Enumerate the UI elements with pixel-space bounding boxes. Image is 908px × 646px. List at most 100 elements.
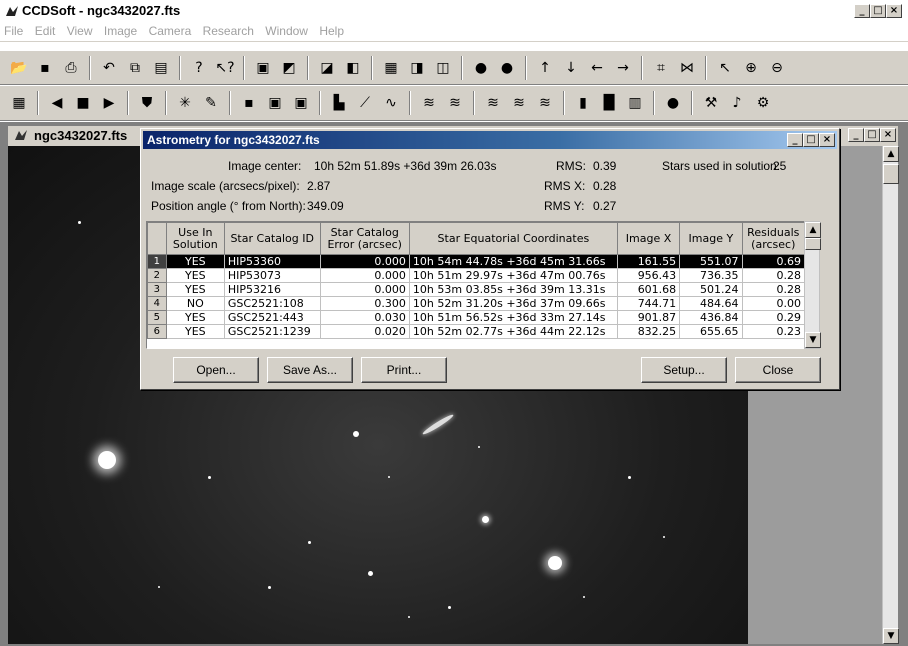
use-in-solution-cell[interactable]: YES bbox=[165, 310, 225, 325]
stack-icon-2[interactable]: ≋ bbox=[444, 92, 466, 114]
black-square-2-icon[interactable]: ▣ bbox=[290, 92, 312, 114]
residual-cell[interactable]: 0.29 bbox=[741, 310, 805, 325]
brush-icon[interactable]: ✎ bbox=[200, 92, 222, 114]
residual-cell[interactable]: 0.23 bbox=[741, 324, 805, 339]
black-square-icon[interactable]: ▣ bbox=[264, 92, 286, 114]
filter-icon[interactable]: ⛊ bbox=[136, 92, 158, 114]
column-header-coordinates[interactable]: Star Equatorial Coordinates bbox=[408, 222, 618, 255]
coordinates-cell[interactable]: 10h 51m 29.97s +36d 47m 00.76s bbox=[408, 268, 618, 283]
copy-icon[interactable]: ⧉ bbox=[124, 57, 146, 79]
menu-help[interactable]: Help bbox=[315, 22, 348, 40]
image-x-cell[interactable]: 956.43 bbox=[616, 268, 681, 283]
scroll-thumb[interactable] bbox=[805, 238, 821, 250]
graph-icon[interactable]: ⟋ bbox=[354, 92, 376, 114]
print-button[interactable]: Print... bbox=[361, 357, 447, 383]
image-y-cell[interactable]: 551.07 bbox=[679, 254, 743, 269]
spectrum-icon[interactable]: ▥ bbox=[624, 92, 646, 114]
row-number-cell[interactable]: 5 bbox=[147, 310, 167, 325]
scroll-thumb[interactable] bbox=[883, 164, 899, 184]
stack-icon-4[interactable]: ≋ bbox=[508, 92, 530, 114]
arrow-right-icon[interactable]: → bbox=[612, 57, 634, 79]
image-x-cell[interactable]: 601.68 bbox=[616, 282, 681, 297]
column-header-image-x[interactable]: Image X bbox=[616, 222, 681, 255]
table-row[interactable]: 6 YES GSC2521:1239 0.020 10h 52m 02.77s +36d… bbox=[147, 324, 805, 339]
arrow-up-icon[interactable]: ↑ bbox=[534, 57, 556, 79]
menu-research[interactable]: Research bbox=[199, 22, 258, 40]
sun-icon[interactable]: ✳ bbox=[174, 92, 196, 114]
image-icon-7[interactable]: ◫ bbox=[432, 57, 454, 79]
menu-file[interactable]: File bbox=[0, 22, 27, 40]
print-icon[interactable]: ⎙ bbox=[60, 57, 82, 79]
row-number-cell[interactable]: 1 bbox=[147, 254, 167, 269]
next-icon[interactable]: ▶ bbox=[98, 92, 120, 114]
use-in-solution-cell[interactable]: YES bbox=[165, 268, 225, 283]
dialog-minimize-button[interactable]: _ bbox=[787, 133, 803, 147]
catalog-id-cell[interactable]: HIP53073 bbox=[223, 268, 321, 283]
image-y-cell[interactable]: 501.24 bbox=[679, 282, 743, 297]
image-y-cell[interactable]: 484.64 bbox=[679, 296, 743, 311]
zoom-out-icon[interactable]: ⊖ bbox=[766, 57, 788, 79]
image-icon-6[interactable]: ◨ bbox=[406, 57, 428, 79]
menu-view[interactable]: View bbox=[63, 22, 97, 40]
row-number-cell[interactable]: 6 bbox=[147, 324, 167, 339]
stop-icon[interactable]: ■ bbox=[72, 92, 94, 114]
image-icon-1[interactable]: ▣ bbox=[252, 57, 274, 79]
coordinates-cell[interactable]: 10h 52m 02.77s +36d 44m 22.12s bbox=[408, 324, 618, 339]
gray-block-icon[interactable]: █ bbox=[598, 92, 620, 114]
catalog-error-cell[interactable]: 0.000 bbox=[319, 268, 410, 283]
table-row[interactable]: 4 NO GSC2521:108 0.300 10h 52m 31.20s +36d 3… bbox=[147, 296, 805, 311]
table-row[interactable]: 2 YES HIP53073 0.000 10h 51m 29.97s +36d 47m… bbox=[147, 268, 805, 283]
catalog-error-cell[interactable]: 0.020 bbox=[319, 324, 410, 339]
scroll-down-icon[interactable]: ▼ bbox=[805, 332, 821, 348]
menu-camera[interactable]: Camera bbox=[145, 22, 196, 40]
prev-icon[interactable]: ◀ bbox=[46, 92, 68, 114]
image-y-cell[interactable]: 655.65 bbox=[679, 324, 743, 339]
image-x-cell[interactable]: 161.55 bbox=[616, 254, 681, 269]
row-number-cell[interactable]: 2 bbox=[147, 268, 167, 283]
arrow-down-icon[interactable]: ↓ bbox=[560, 57, 582, 79]
catalog-id-cell[interactable]: GSC2521:108 bbox=[223, 296, 321, 311]
arrow-left-icon[interactable]: ← bbox=[586, 57, 608, 79]
paste-icon[interactable]: ▤ bbox=[150, 57, 172, 79]
shrink-icon[interactable]: ⋈ bbox=[676, 57, 698, 79]
coordinates-cell[interactable]: 10h 51m 56.52s +36d 33m 27.14s bbox=[408, 310, 618, 325]
star-table[interactable]: Use In Solution Star Catalog ID Star Cat… bbox=[146, 221, 806, 349]
image-icon-4[interactable]: ◧ bbox=[342, 57, 364, 79]
settings-icon[interactable]: ⚙ bbox=[752, 92, 774, 114]
catalog-error-cell[interactable]: 0.030 bbox=[319, 310, 410, 325]
expand-icon[interactable]: ⌗ bbox=[650, 57, 672, 79]
column-header-catalog-error[interactable]: Star Catalog Error (arcsec) bbox=[319, 222, 410, 255]
setup-button[interactable]: Setup... bbox=[641, 357, 727, 383]
image-vertical-scrollbar[interactable]: ▲ ▼ bbox=[882, 146, 899, 644]
maximize-button[interactable]: □ bbox=[870, 4, 886, 18]
row-number-cell[interactable]: 4 bbox=[147, 296, 167, 311]
table-vertical-scrollbar[interactable]: ▲ ▼ bbox=[804, 221, 821, 349]
save-as-button[interactable]: Save As... bbox=[267, 357, 353, 383]
residual-cell[interactable]: 0.28 bbox=[741, 268, 805, 283]
image-y-cell[interactable]: 736.35 bbox=[679, 268, 743, 283]
use-in-solution-cell[interactable]: NO bbox=[165, 296, 225, 311]
histogram-icon[interactable]: ▙ bbox=[328, 92, 350, 114]
stack-icon-5[interactable]: ≋ bbox=[534, 92, 556, 114]
column-header-residuals[interactable]: Residuals (arcsec) bbox=[741, 222, 805, 255]
table-row[interactable]: 5 YES GSC2521:443 0.030 10h 51m 56.52s +36d … bbox=[147, 310, 805, 325]
catalog-id-cell[interactable]: GSC2521:1239 bbox=[223, 324, 321, 339]
catalog-error-cell[interactable]: 0.300 bbox=[319, 296, 410, 311]
use-in-solution-cell[interactable]: YES bbox=[165, 282, 225, 297]
child-maximize-button[interactable]: □ bbox=[864, 128, 880, 142]
circle-icon[interactable]: ● bbox=[662, 92, 684, 114]
menu-image[interactable]: Image bbox=[100, 22, 141, 40]
dialog-close-x-button[interactable]: × bbox=[819, 133, 835, 147]
use-in-solution-cell[interactable]: YES bbox=[165, 324, 225, 339]
column-header-use[interactable]: Use In Solution bbox=[165, 222, 225, 255]
image-y-cell[interactable]: 436.84 bbox=[679, 310, 743, 325]
coordinates-cell[interactable]: 10h 53m 03.85s +36d 39m 13.31s bbox=[408, 282, 618, 297]
close-button[interactable]: Close bbox=[735, 357, 821, 383]
dot-icon[interactable]: ▪ bbox=[238, 92, 260, 114]
image-x-cell[interactable]: 832.25 bbox=[616, 324, 681, 339]
scroll-up-icon[interactable]: ▲ bbox=[883, 146, 899, 162]
menu-edit[interactable]: Edit bbox=[31, 22, 60, 40]
catalog-id-cell[interactable]: GSC2521:443 bbox=[223, 310, 321, 325]
column-header-catalog-id[interactable]: Star Catalog ID bbox=[223, 222, 321, 255]
sound-icon[interactable]: ♪ bbox=[726, 92, 748, 114]
